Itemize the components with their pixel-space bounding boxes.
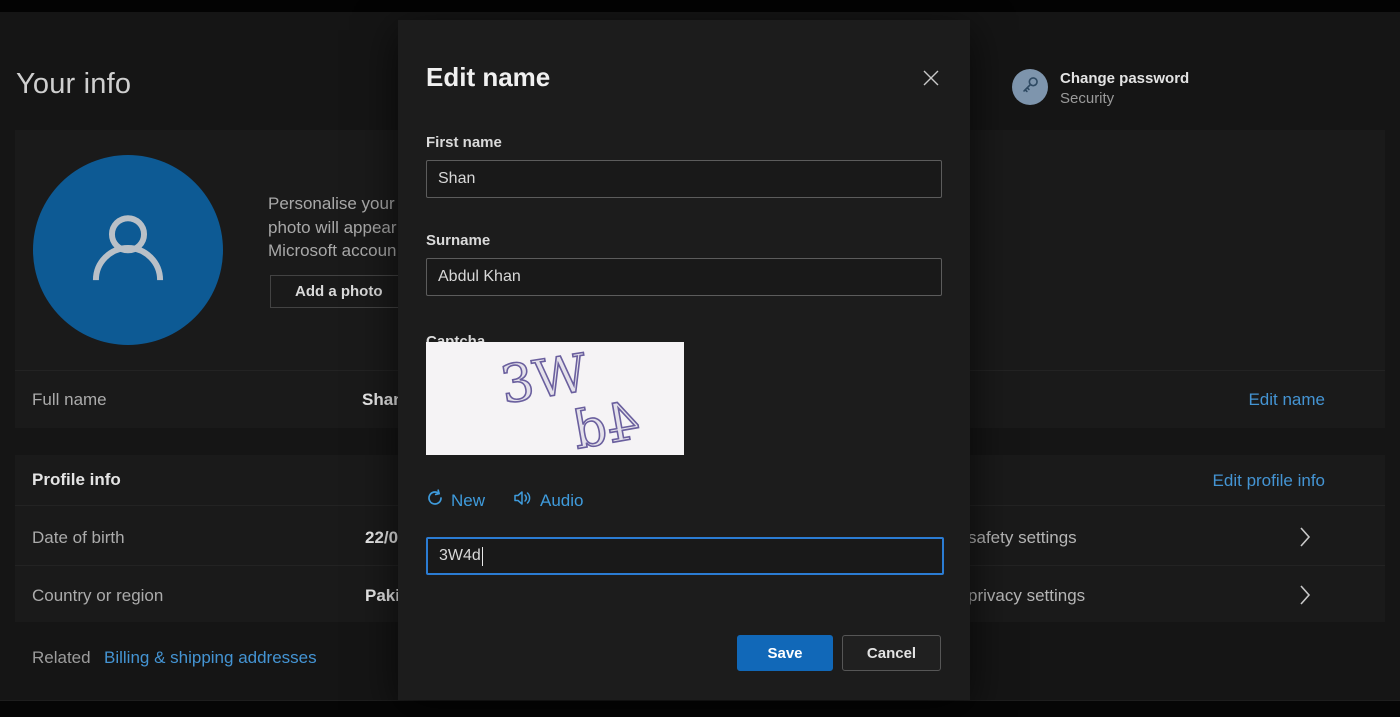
- top-strip: [0, 0, 1400, 12]
- page-title: Your info: [16, 68, 132, 100]
- cancel-button[interactable]: Cancel: [842, 635, 941, 671]
- date-of-birth-value: 22/0: [365, 528, 398, 547]
- first-name-input[interactable]: [426, 160, 942, 198]
- captcha-audio-link[interactable]: Audio: [513, 489, 584, 512]
- country-value: Pakis: [365, 586, 398, 605]
- your-info-page: Your info Change password Security Perso…: [0, 0, 1400, 717]
- captcha-new-link[interactable]: New: [426, 489, 485, 512]
- edit-profile-info-link[interactable]: Edit profile info: [1213, 471, 1325, 491]
- person-icon: [73, 193, 183, 308]
- refresh-icon: [426, 489, 444, 512]
- captcha-input[interactable]: 3W4d: [426, 537, 944, 575]
- close-button[interactable]: [916, 64, 946, 94]
- captcha-glyphs-bottom: 4d: [568, 391, 644, 455]
- change-password-button[interactable]: [1012, 69, 1048, 105]
- add-photo-button[interactable]: Add a photo: [270, 275, 410, 308]
- save-button[interactable]: Save: [737, 635, 833, 671]
- avatar[interactable]: [33, 155, 223, 345]
- avatar-description: Personalise your a photo will appear Mic…: [268, 194, 400, 260]
- speaker-icon: [513, 489, 533, 512]
- profile-info-heading: Profile info: [32, 470, 121, 489]
- change-password-subtitle: Security: [1060, 90, 1115, 107]
- surname-input[interactable]: [426, 258, 942, 296]
- related-label: Related: [32, 648, 91, 667]
- first-name-label: First name: [426, 134, 502, 151]
- close-icon: [921, 68, 941, 91]
- full-name-label: Full name: [32, 390, 107, 409]
- captcha-image: 3W 4d: [426, 342, 684, 462]
- bottom-strip: [0, 700, 1400, 717]
- chevron-right-icon[interactable]: [1298, 526, 1312, 553]
- change-password-label[interactable]: Change password: [1060, 70, 1189, 87]
- edit-name-link[interactable]: Edit name: [1248, 390, 1325, 410]
- billing-shipping-link[interactable]: Billing & shipping addresses: [104, 648, 317, 668]
- key-icon: [1019, 74, 1041, 101]
- dialog-title: Edit name: [426, 62, 551, 92]
- text-cursor: [481, 546, 483, 566]
- surname-label: Surname: [426, 232, 491, 249]
- privacy-settings-row[interactable]: privacy settings: [968, 586, 1085, 606]
- edit-name-dialog: Edit name First name Surname Captcha 3W …: [398, 20, 970, 700]
- date-of-birth-label: Date of birth: [32, 528, 125, 547]
- safety-settings-row[interactable]: safety settings: [968, 528, 1077, 548]
- chevron-right-icon[interactable]: [1298, 584, 1312, 611]
- country-label: Country or region: [32, 586, 164, 605]
- full-name-value: Shan: [362, 390, 398, 409]
